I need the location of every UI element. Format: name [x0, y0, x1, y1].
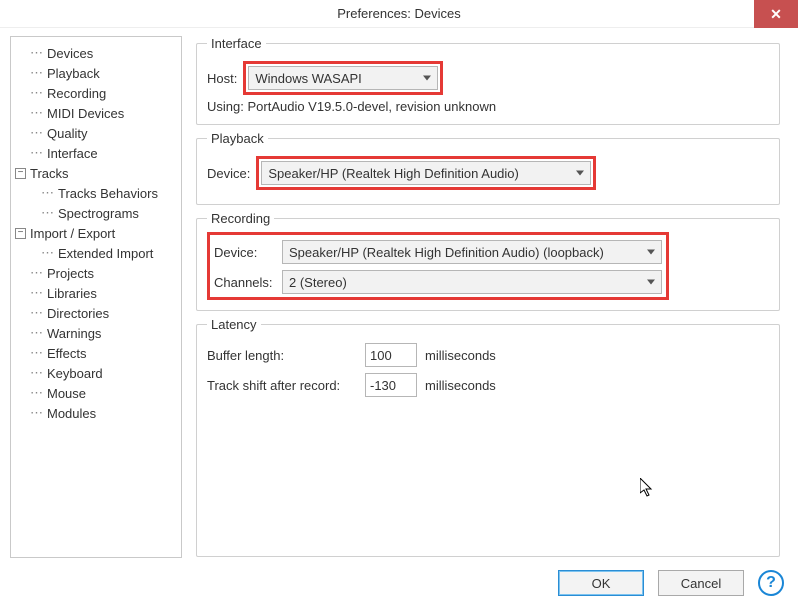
category-tree[interactable]: ⋯Devices ⋯Playback ⋯Recording ⋯MIDI Devi…	[10, 36, 182, 558]
cancel-button[interactable]: Cancel	[658, 570, 744, 596]
playback-group: Playback Device: Speaker/HP (Realtek Hig…	[196, 131, 780, 205]
tree-item-playback[interactable]: ⋯Playback	[15, 63, 177, 83]
track-shift-input[interactable]: -130	[365, 373, 417, 397]
dialog-buttons: OK Cancel ?	[558, 570, 784, 596]
tree-item-tracks[interactable]: −Tracks	[15, 163, 177, 183]
tree-item-mouse[interactable]: ⋯Mouse	[15, 383, 177, 403]
latency-legend: Latency	[207, 317, 261, 332]
buffer-length-input[interactable]: 100	[365, 343, 417, 367]
content-pane: Interface Host: Windows WASAPI Using: Po…	[182, 36, 788, 558]
tree-item-devices[interactable]: ⋯Devices	[15, 43, 177, 63]
tree-item-extended-import[interactable]: ⋯Extended Import	[15, 243, 177, 263]
help-icon: ?	[766, 574, 776, 592]
tree-item-midi-devices[interactable]: ⋯MIDI Devices	[15, 103, 177, 123]
recording-device-label: Device:	[214, 245, 276, 260]
shift-unit: milliseconds	[425, 378, 496, 393]
tree-item-tracks-behaviors[interactable]: ⋯Tracks Behaviors	[15, 183, 177, 203]
playback-device-label: Device:	[207, 166, 250, 181]
host-select[interactable]: Windows WASAPI	[248, 66, 438, 90]
tree-item-spectrograms[interactable]: ⋯Spectrograms	[15, 203, 177, 223]
latency-group: Latency Buffer length: 100 milliseconds …	[196, 317, 780, 557]
help-button[interactable]: ?	[758, 570, 784, 596]
recording-channels-select[interactable]: 2 (Stereo)	[282, 270, 662, 294]
buffer-unit: milliseconds	[425, 348, 496, 363]
track-shift-label: Track shift after record:	[207, 378, 359, 393]
host-label: Host:	[207, 71, 237, 86]
collapse-icon[interactable]: −	[15, 168, 26, 179]
close-button[interactable]: ✕	[754, 0, 798, 28]
highlight-playback-device: Speaker/HP (Realtek High Definition Audi…	[256, 156, 596, 190]
recording-group: Recording Device: Speaker/HP (Realtek Hi…	[196, 211, 780, 311]
buffer-length-label: Buffer length:	[207, 348, 359, 363]
tree-item-interface[interactable]: ⋯Interface	[15, 143, 177, 163]
tree-item-directories[interactable]: ⋯Directories	[15, 303, 177, 323]
recording-legend: Recording	[207, 211, 274, 226]
interface-group: Interface Host: Windows WASAPI Using: Po…	[196, 36, 780, 125]
using-label: Using:	[207, 99, 244, 114]
chevron-down-icon	[423, 76, 431, 81]
tree-item-projects[interactable]: ⋯Projects	[15, 263, 177, 283]
titlebar: Preferences: Devices ✕	[0, 0, 798, 28]
window-title: Preferences: Devices	[337, 6, 461, 21]
recording-channels-label: Channels:	[214, 275, 276, 290]
tree-item-modules[interactable]: ⋯Modules	[15, 403, 177, 423]
tree-item-libraries[interactable]: ⋯Libraries	[15, 283, 177, 303]
close-icon: ✕	[770, 0, 782, 28]
chevron-down-icon	[576, 171, 584, 176]
playback-device-select[interactable]: Speaker/HP (Realtek High Definition Audi…	[261, 161, 591, 185]
highlight-host: Windows WASAPI	[243, 61, 443, 95]
recording-device-select[interactable]: Speaker/HP (Realtek High Definition Audi…	[282, 240, 662, 264]
tree-item-effects[interactable]: ⋯Effects	[15, 343, 177, 363]
using-value: PortAudio V19.5.0-devel, revision unknow…	[247, 99, 496, 114]
ok-button[interactable]: OK	[558, 570, 644, 596]
highlight-recording: Device: Speaker/HP (Realtek High Definit…	[207, 232, 669, 300]
tree-item-keyboard[interactable]: ⋯Keyboard	[15, 363, 177, 383]
playback-legend: Playback	[207, 131, 268, 146]
tree-item-recording[interactable]: ⋯Recording	[15, 83, 177, 103]
tree-item-quality[interactable]: ⋯Quality	[15, 123, 177, 143]
tree-item-warnings[interactable]: ⋯Warnings	[15, 323, 177, 343]
interface-legend: Interface	[207, 36, 266, 51]
tree-item-import-export[interactable]: −Import / Export	[15, 223, 177, 243]
chevron-down-icon	[647, 280, 655, 285]
collapse-icon[interactable]: −	[15, 228, 26, 239]
chevron-down-icon	[647, 250, 655, 255]
